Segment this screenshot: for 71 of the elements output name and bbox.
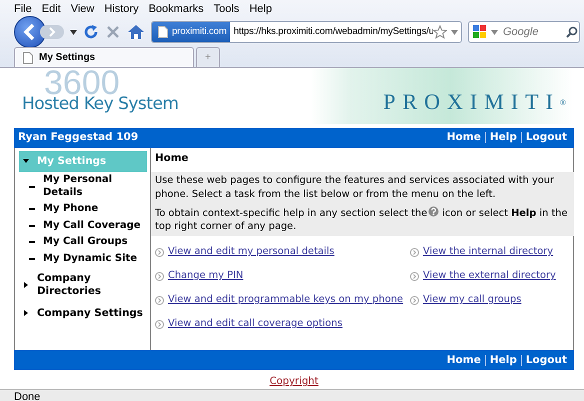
task-link[interactable]: View my call groups <box>423 294 522 306</box>
status-text: Done <box>0 389 584 401</box>
task-link[interactable]: View the external directory <box>423 270 556 282</box>
help-text: top right corner of any page. <box>155 221 296 232</box>
footer-link[interactable]: Home <box>442 354 485 366</box>
menu-item[interactable]: Bookmarks <box>148 0 204 18</box>
menu-item[interactable]: File <box>14 0 32 18</box>
sidebar-subitem[interactable]: My Phone <box>19 201 147 218</box>
task-link[interactable]: View the internal directory <box>423 246 554 258</box>
caret-right-icon <box>23 282 29 288</box>
menu-item[interactable]: View <box>70 0 94 18</box>
dash-icon <box>29 208 35 210</box>
caret-right-icon <box>23 310 29 316</box>
arrow-circle-icon <box>155 272 164 280</box>
help-text: To obtain context-specific help in any section select the <box>155 208 428 219</box>
search-field[interactable]: Google <box>468 21 580 43</box>
menu-item[interactable]: Tools <box>214 0 240 18</box>
arrow-circle-icon <box>410 248 419 256</box>
user-name: Ryan Feggestad 109 <box>18 130 138 145</box>
sidebar-item[interactable]: Company Settings <box>19 302 147 324</box>
browser-tab[interactable]: My Settings <box>14 47 194 67</box>
reload-icon <box>83 24 99 40</box>
address-bar[interactable]: proximiti.com https://hks.proximiti.com/webadmin/mySettings/u <box>151 21 462 43</box>
page-icon <box>158 26 168 38</box>
url-text: https://hks.proximiti.com/webadmin/mySettings/u <box>234 24 433 39</box>
arrow-circle-icon <box>155 296 164 304</box>
content-title: Home <box>154 150 190 166</box>
copyright-link[interactable]: Copyright <box>270 376 318 388</box>
google-icon <box>472 24 488 40</box>
home-icon <box>127 24 145 40</box>
brand-logo: PROXIMITI$^{®}$ <box>383 88 567 116</box>
arrow-circle-icon <box>155 320 164 328</box>
star-icon <box>433 25 447 39</box>
system-name: Hosted Key System <box>21 94 178 116</box>
forward-button[interactable] <box>40 23 64 41</box>
search-icon <box>566 26 578 38</box>
sidebar-subitem[interactable]: My Call Coverage <box>19 218 147 234</box>
dropdown-icon <box>70 30 77 34</box>
dash-icon <box>29 258 35 260</box>
dash-icon <box>29 224 35 227</box>
site-identity[interactable]: proximiti.com <box>152 22 230 42</box>
sidebar-subitem[interactable]: My Personal Details <box>19 172 147 202</box>
menu-item[interactable]: Help <box>249 0 272 18</box>
footer-link[interactable]: Help <box>484 354 521 366</box>
intro-text: Use these web pages to configure the features and services associated with your phone. Select a task from the list below or from the menu on the left. <box>155 174 555 202</box>
task-link[interactable]: Change my PIN <box>168 270 244 282</box>
task-link[interactable]: View and edit my personal details <box>168 246 334 258</box>
page-icon <box>23 52 33 64</box>
search-input[interactable]: Google <box>501 22 563 42</box>
footer-link[interactable]: Logout <box>520 354 571 366</box>
arrow-circle-icon <box>410 272 419 280</box>
help-icon <box>428 206 440 217</box>
arrow-circle-icon <box>155 248 164 256</box>
top-link[interactable]: Logout <box>520 132 571 144</box>
back-button[interactable] <box>14 16 46 48</box>
menu-item[interactable]: Edit <box>42 0 61 18</box>
dropdown-icon <box>491 30 498 34</box>
task-link[interactable]: View and edit call coverage options <box>168 318 342 330</box>
stop-icon <box>105 24 121 40</box>
task-link[interactable]: View and edit programmable keys on my phone <box>168 294 404 306</box>
top-link[interactable]: Home <box>442 132 485 144</box>
sidebar-item[interactable]: Company Directories <box>19 267 147 302</box>
top-link[interactable]: Help <box>484 132 521 144</box>
sidebar-subitem[interactable]: My Dynamic Site <box>19 250 147 268</box>
menu-item[interactable]: History <box>104 0 139 18</box>
dash-icon <box>29 186 35 188</box>
arrow-circle-icon <box>410 296 419 304</box>
dash-icon <box>29 241 35 244</box>
sidebar-subitem[interactable]: My Call Groups <box>19 234 147 251</box>
caret-down-icon <box>23 158 29 164</box>
help-text: icon or select Help in the <box>442 208 568 219</box>
